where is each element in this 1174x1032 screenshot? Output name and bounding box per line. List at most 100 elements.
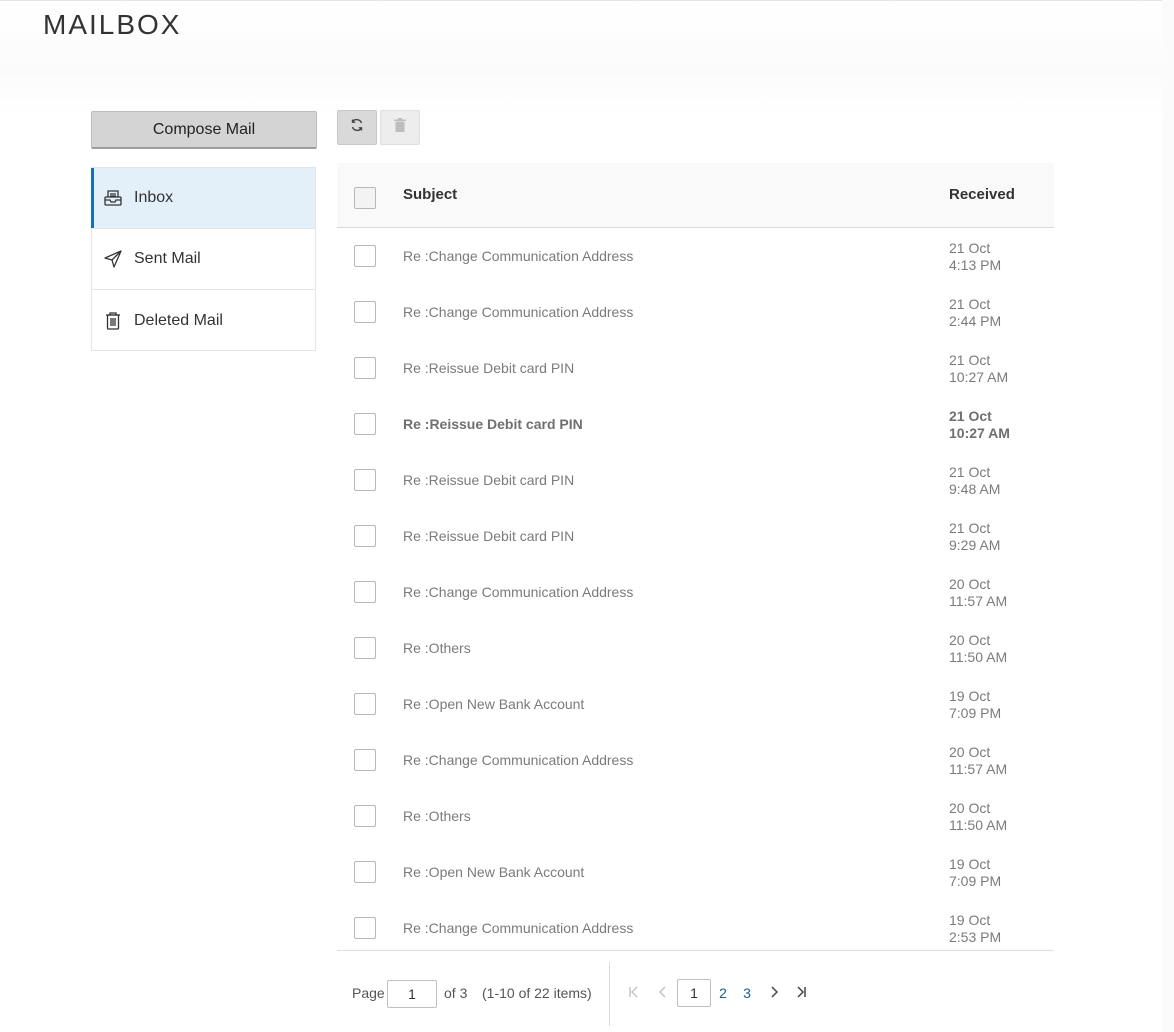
mail-received: 20 Oct 11:50 AM (949, 632, 1007, 666)
scrollbar-track (1162, 0, 1174, 1032)
items-summary: (1-10 of 22 items) (482, 985, 592, 1001)
received-time: 7:09 PM (949, 873, 1002, 889)
mail-subject[interactable]: Re :Others (403, 808, 471, 824)
page-1-button[interactable]: 1 (677, 979, 711, 1007)
row-checkbox[interactable] (354, 525, 376, 547)
last-page-icon[interactable] (794, 984, 808, 1000)
mail-subject[interactable]: Re :Reissue Debit card PIN (403, 528, 574, 544)
table-row[interactable]: Re :Change Communication Address 20 Oct 11… (337, 564, 1054, 620)
sidebar-item-inbox[interactable]: Inbox (91, 168, 315, 229)
received-date: 19 Oct (949, 688, 991, 704)
mail-subject[interactable]: Re :Reissue Debit card PIN (403, 360, 574, 376)
row-checkbox[interactable] (354, 581, 376, 603)
page-number-input[interactable] (387, 980, 437, 1008)
mail-subject[interactable]: Re :Open New Bank Account (403, 696, 584, 712)
row-checkbox[interactable] (354, 805, 376, 827)
subject-column-header[interactable]: Subject (403, 186, 457, 203)
page-2-button[interactable]: 2 (716, 979, 730, 1007)
received-date: 19 Oct (949, 856, 991, 872)
table-row[interactable]: Re :Open New Bank Account 19 Oct 7:09 PM (337, 676, 1054, 732)
received-time: 9:29 AM (949, 537, 1001, 553)
sidebar-item-label: Sent Mail (134, 250, 201, 267)
row-checkbox[interactable] (354, 861, 376, 883)
received-date: 21 Oct (949, 408, 992, 424)
mail-received: 21 Oct 10:27 AM (949, 352, 1008, 386)
received-time: 7:09 PM (949, 705, 1002, 721)
received-date: 21 Oct (949, 520, 991, 536)
received-date: 20 Oct (949, 576, 991, 592)
received-time: 2:53 PM (949, 929, 1002, 945)
received-time: 11:57 AM (949, 593, 1008, 609)
page-header: MAILBOX (0, 0, 1174, 118)
table-row[interactable]: Re :Others 20 Oct 11:50 AM (337, 788, 1054, 844)
mail-subject[interactable]: Re :Reissue Debit card PIN (403, 416, 583, 432)
refresh-icon (350, 118, 364, 137)
table-row[interactable]: Re :Change Communication Address 21 Oct 4:… (337, 228, 1054, 284)
mail-subject[interactable]: Re :Change Communication Address (403, 248, 633, 264)
mail-received: 19 Oct 7:09 PM (949, 856, 1001, 890)
mail-subject[interactable]: Re :Open New Bank Account (403, 864, 584, 880)
received-time: 11:50 AM (949, 649, 1008, 665)
mail-received: 21 Oct 10:27 AM (949, 408, 1010, 442)
row-checkbox[interactable] (354, 469, 376, 491)
table-row[interactable]: Re :Reissue Debit card PIN 21 Oct 10:27 AM (337, 340, 1054, 396)
row-checkbox[interactable] (354, 357, 376, 379)
table-row[interactable]: Re :Reissue Debit card PIN 21 Oct 10:27 AM (337, 396, 1054, 452)
received-date: 20 Oct (949, 744, 991, 760)
row-checkbox[interactable] (354, 637, 376, 659)
table-row[interactable]: Re :Open New Bank Account 19 Oct 7:09 PM (337, 844, 1054, 900)
trash-icon (103, 311, 123, 331)
table-row[interactable]: Re :Reissue Debit card PIN 21 Oct 9:29 AM (337, 508, 1054, 564)
delete-button[interactable] (380, 110, 420, 145)
select-all-checkbox[interactable] (354, 187, 376, 209)
previous-page-icon[interactable] (656, 984, 670, 1000)
mail-subject[interactable]: Re :Change Communication Address (403, 304, 633, 320)
received-date: 20 Oct (949, 800, 991, 816)
mail-received: 20 Oct 11:57 AM (949, 744, 1007, 778)
sidebar-item-label: Deleted Mail (134, 311, 223, 329)
sidebar-item-deleted-mail[interactable]: Deleted Mail (92, 290, 315, 351)
row-checkbox[interactable] (354, 413, 376, 435)
table-row[interactable]: Re :Change Communication Address 21 Oct 2:… (337, 284, 1054, 340)
mail-subject[interactable]: Re :Others (403, 640, 471, 656)
row-checkbox[interactable] (354, 693, 376, 715)
trash-icon (394, 118, 406, 137)
received-time: 10:27 AM (949, 425, 1010, 441)
mailbox-sidebar: Inbox Sent Mail Deleted Mail (91, 167, 316, 351)
mail-subject[interactable]: Re :Reissue Debit card PIN (403, 472, 574, 488)
mail-received: 21 Oct 9:48 AM (949, 464, 1000, 498)
mail-received: 19 Oct 7:09 PM (949, 688, 1001, 722)
next-page-icon[interactable] (767, 984, 781, 1000)
received-time: 4:13 PM (949, 257, 1002, 273)
received-date: 20 Oct (949, 632, 991, 648)
mail-received: 20 Oct 11:57 AM (949, 576, 1007, 610)
pagination: Page of 3 (1-10 of 22 items) 1 2 3 (337, 962, 1054, 1026)
mail-received: 21 Oct 9:29 AM (949, 520, 1000, 554)
mail-received: 21 Oct 2:44 PM (949, 296, 1001, 330)
row-checkbox[interactable] (354, 749, 376, 771)
first-page-icon[interactable] (627, 984, 641, 1000)
mail-subject[interactable]: Re :Change Communication Address (403, 584, 633, 600)
sidebar-item-label: Inbox (134, 189, 174, 206)
page-count-label: of 3 (444, 985, 468, 1001)
received-column-header[interactable]: Received (949, 186, 1015, 203)
row-checkbox[interactable] (354, 245, 376, 267)
row-checkbox[interactable] (354, 301, 376, 323)
received-time: 10:27 AM (949, 369, 1009, 385)
mail-subject[interactable]: Re :Change Communication Address (403, 752, 633, 768)
table-row[interactable]: Re :Others 20 Oct 11:50 AM (337, 620, 1054, 676)
compose-mail-button[interactable]: Compose Mail (91, 111, 317, 149)
table-row[interactable]: Re :Reissue Debit card PIN 21 Oct 9:48 AM (337, 452, 1054, 508)
page-3-button[interactable]: 3 (740, 979, 754, 1007)
received-date: 21 Oct (949, 296, 991, 312)
row-checkbox[interactable] (354, 917, 376, 939)
refresh-button[interactable] (337, 110, 377, 145)
table-row[interactable]: Re :Change Communication Address 19 Oct 2:… (337, 900, 1054, 956)
mail-subject[interactable]: Re :Change Communication Address (403, 920, 633, 936)
table-row[interactable]: Re :Change Communication Address 20 Oct 11… (337, 732, 1054, 788)
sidebar-item-sent-mail[interactable]: Sent Mail (92, 229, 315, 290)
received-time: 11:57 AM (949, 761, 1008, 777)
page-label: Page (352, 985, 385, 1001)
page-title: MAILBOX (43, 9, 182, 40)
table-bottom-border (337, 950, 1054, 951)
